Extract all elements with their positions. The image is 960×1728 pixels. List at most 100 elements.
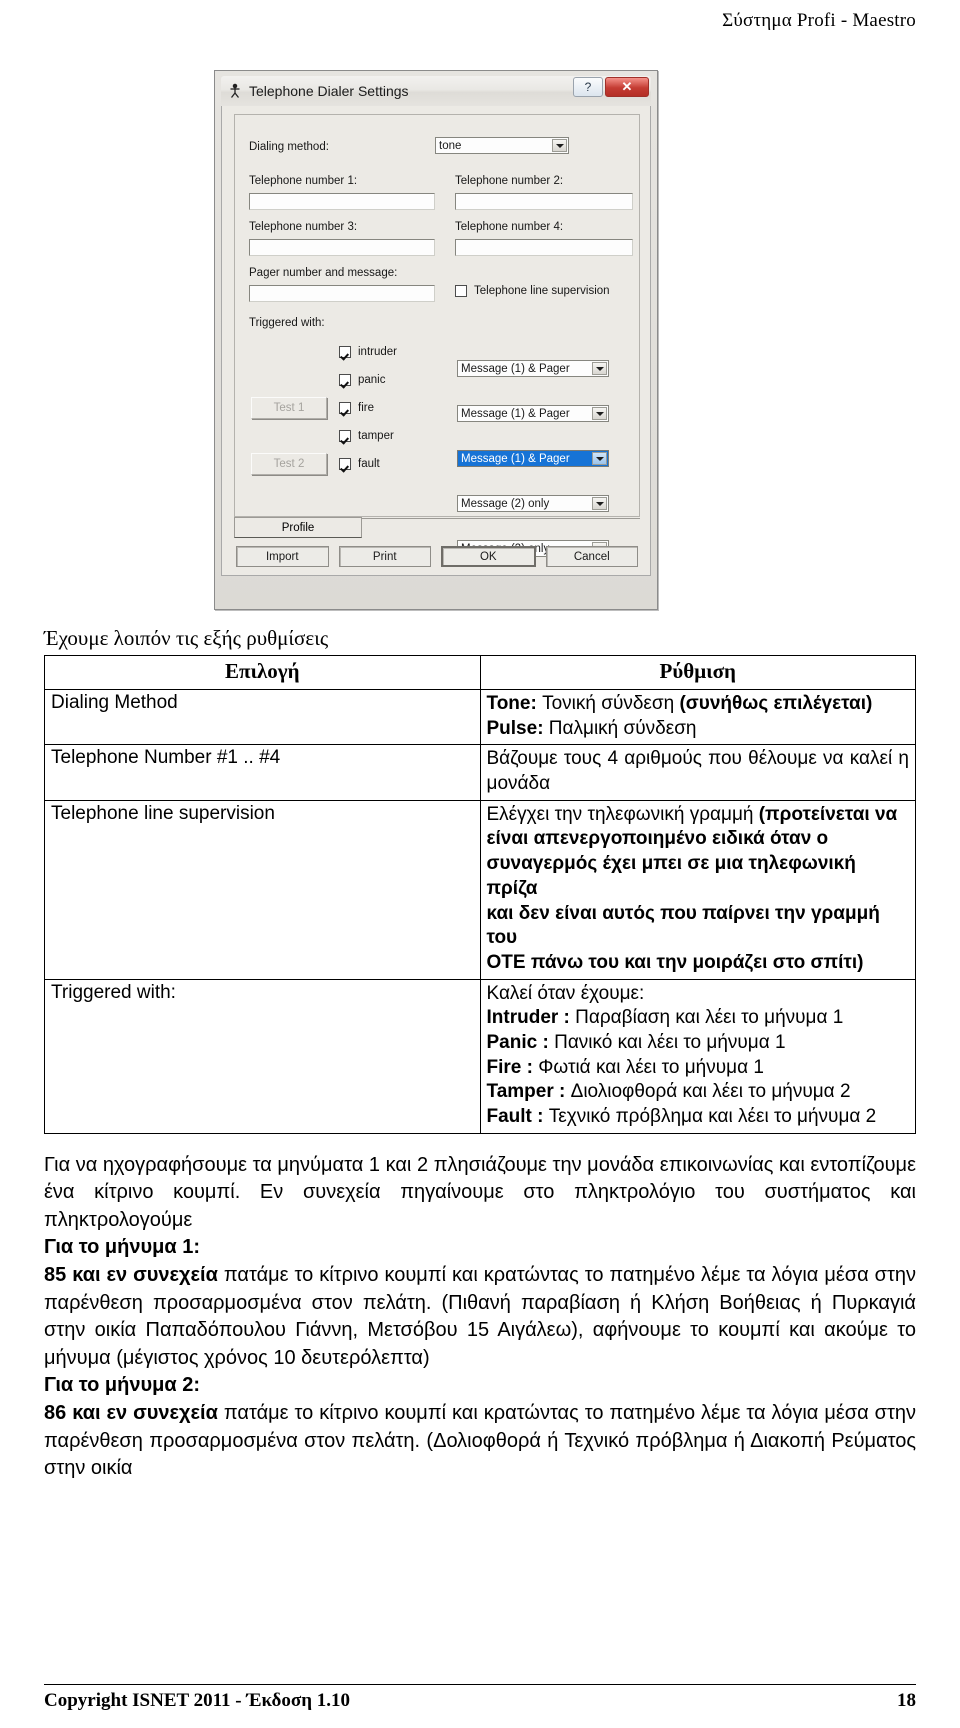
trigger-action-combo-panic[interactable]: Message (1) & Pager xyxy=(457,405,609,422)
heading-message-2: Για το μήνυμα 2: xyxy=(44,1374,201,1397)
row-value-telephone-numbers: Βάζουμε τους 4 αριθμούς που θέλουμε να κ… xyxy=(479,744,916,801)
row-value-line-supervision: Ελέγχει την τηλεφωνική γραμμή (προτείνετ… xyxy=(479,799,916,980)
window-body: Dialing method: tone Telephone number 1:… xyxy=(221,106,651,576)
close-button[interactable]: ✕ xyxy=(605,77,649,97)
test-2-button[interactable]: Test 2 xyxy=(251,453,327,475)
line-supervision-line-5: ΟΤΕ πάνω του και την μοιράζει στο σπίτι) xyxy=(486,951,864,973)
table-header-row: Επιλογή Ρύθμιση xyxy=(44,655,916,690)
triggered-intro: Καλεί όταν έχουμε: xyxy=(486,982,645,1004)
phone-dialer-icon xyxy=(227,83,243,99)
pager-input[interactable] xyxy=(249,285,435,302)
tab-profile[interactable]: Profile xyxy=(234,517,362,538)
checkbox-checked-icon[interactable] xyxy=(339,458,351,470)
window-titlebar[interactable]: Telephone Dialer Settings ? ✕ xyxy=(221,76,651,106)
heading-message-1: Για το μήνυμα 1: xyxy=(44,1236,201,1259)
trigger-action-combo-intruder[interactable]: Message (1) & Pager xyxy=(457,360,609,377)
line-supervision-line-2: είναι απενεργοποιημένο ειδικά όταν ο xyxy=(486,828,829,850)
intro-line: Έχουμε λοιπόν τις εξής ρυθμίσεις xyxy=(44,626,329,650)
trigger-action-value-intruder: Message (1) & Pager xyxy=(461,362,570,375)
tone-note: (συνήθως επιλέγεται) xyxy=(679,693,873,714)
trigger-action-combo-tamper[interactable]: Message (2) only xyxy=(457,495,609,512)
telephone-number-1-input[interactable] xyxy=(249,193,435,210)
trigger-checkbox-panic[interactable]: panic xyxy=(339,374,386,386)
tamper-label: Tamper : xyxy=(486,1081,566,1103)
paragraph-intro: Για να ηχογραφήσουμε τα μηνύματα 1 και 2… xyxy=(44,1153,916,1231)
line-supervision-text-1: Ελέγχει την τηλεφωνική γραμμή xyxy=(486,803,759,825)
trigger-action-value-fire: Message (1) & Pager xyxy=(461,452,570,465)
dialog-screenshot: Telephone Dialer Settings ? ✕ Dialing me… xyxy=(214,70,658,610)
table-row: Telephone Number #1 .. #4 Βάζουμε τους 4… xyxy=(44,744,916,801)
table-row: Triggered with: Καλεί όταν έχουμε: Intru… xyxy=(44,978,916,1134)
fire-text: Φωτιά και λέει το μήνυμα 1 xyxy=(532,1056,764,1078)
settings-table: Επιλογή Ρύθμιση Dialing Method Tone: Τον… xyxy=(44,655,916,1134)
trigger-checkbox-fault[interactable]: fault xyxy=(339,458,380,470)
print-button[interactable]: Print xyxy=(338,546,431,567)
trigger-label-panic: panic xyxy=(358,374,386,386)
telephone-numbers-text: Βάζουμε τους 4 αριθμούς που θέλουμε να κ… xyxy=(486,748,910,795)
table-row: Telephone line supervision Ελέγχει την τ… xyxy=(44,799,916,980)
settings-panel: Dialing method: tone Telephone number 1:… xyxy=(234,114,640,557)
telephone-dialer-settings-window: Telephone Dialer Settings ? ✕ Dialing me… xyxy=(214,70,658,610)
line-supervision-line-1: Ελέγχει την τηλεφωνική γραμμή (προτείνετ… xyxy=(487,803,910,828)
checkbox-checked-icon[interactable] xyxy=(339,374,351,386)
footer-copyright: Copyright ISNET 2011 - Έκδοση 1.10 xyxy=(44,1690,351,1711)
cancel-button[interactable]: Cancel xyxy=(545,546,638,567)
fault-text: Τεχνικό πρόβλημα και λέει το μήνυμα 2 xyxy=(543,1106,877,1127)
dialing-method-combo[interactable]: tone xyxy=(435,137,569,154)
checkbox-checked-icon[interactable] xyxy=(339,402,351,414)
trigger-label-fault: fault xyxy=(358,458,380,470)
line-supervision-bold-1: (προτείνεται να xyxy=(758,803,898,825)
telephone-number-2-label: Telephone number 2: xyxy=(455,175,564,187)
triggered-line-panic: Panic : Πανικό και λέει το μήνυμα 1 xyxy=(487,1031,910,1056)
message-1-code: 85 και εν συνεχεία xyxy=(44,1264,218,1287)
fire-label: Fire : xyxy=(486,1056,533,1078)
telephone-line-supervision-label: Telephone line supervision xyxy=(474,285,610,297)
trigger-label-tamper: tamper xyxy=(358,430,394,442)
table-header-setting: Ρύθμιση xyxy=(479,655,916,690)
triggered-line-fault: Fault : Τεχνικό πρόβλημα και λέει το μήν… xyxy=(487,1105,910,1130)
pulse-label: Pulse: xyxy=(486,717,544,739)
telephone-number-3-input[interactable] xyxy=(249,239,435,256)
trigger-checkbox-intruder[interactable]: intruder xyxy=(339,346,397,358)
intruder-label: Intruder : xyxy=(486,1007,570,1029)
row-value-triggered-with: Καλεί όταν έχουμε: Intruder : Παραβίαση … xyxy=(479,978,916,1134)
telephone-number-4-input[interactable] xyxy=(455,239,633,256)
import-button[interactable]: Import xyxy=(236,546,329,567)
telephone-line-supervision-checkbox[interactable]: Telephone line supervision xyxy=(455,285,610,297)
body-text: Για να ηχογραφήσουμε τα μηνύματα 1 και 2… xyxy=(44,1152,916,1483)
checkbox-checked-icon[interactable] xyxy=(339,346,351,358)
checkbox-icon[interactable] xyxy=(455,285,467,297)
intruder-text: Παραβίαση και λέει το μήνυμα 1 xyxy=(569,1007,844,1029)
fault-label: Fault : xyxy=(486,1106,544,1127)
line-supervision-line-3: συναγερμός έχει μπει σε μια τηλεφωνική π… xyxy=(486,853,856,899)
help-button[interactable]: ? xyxy=(573,77,603,97)
trigger-action-combo-fire[interactable]: Message (1) & Pager xyxy=(457,450,609,467)
row-key-triggered-with: Triggered with: xyxy=(44,978,481,1134)
chevron-down-icon[interactable] xyxy=(592,407,607,420)
pager-label: Pager number and message: xyxy=(249,267,398,279)
checkbox-checked-icon[interactable] xyxy=(339,430,351,442)
message-2-code: 86 και εν συνεχεία xyxy=(44,1402,218,1425)
window-title: Telephone Dialer Settings xyxy=(249,83,409,99)
chevron-down-icon[interactable] xyxy=(592,362,607,375)
row-key-dialing-method: Dialing Method xyxy=(44,688,481,746)
dialing-method-pulse-line: Pulse: Παλμική σύνδεση xyxy=(487,717,910,742)
triggered-with-label: Triggered with: xyxy=(249,317,325,329)
footer-page-number: 18 xyxy=(897,1690,916,1711)
trigger-action-value-tamper: Message (2) only xyxy=(461,497,550,510)
paragraph-message-2: 86 και εν συνεχεία πατάμε το κίτρινο κου… xyxy=(44,1400,916,1483)
telephone-number-2-input[interactable] xyxy=(455,193,633,210)
chevron-down-icon[interactable] xyxy=(552,139,567,152)
ok-button[interactable]: OK xyxy=(441,546,536,567)
test-1-button[interactable]: Test 1 xyxy=(251,397,327,419)
document-header-title: Σύστημα Profi - Maestro xyxy=(722,10,916,31)
trigger-checkbox-fire[interactable]: fire xyxy=(339,402,374,414)
trigger-checkbox-tamper[interactable]: tamper xyxy=(339,430,394,442)
telephone-number-1-label: Telephone number 1: xyxy=(249,175,358,187)
chevron-down-icon[interactable] xyxy=(592,497,607,510)
dialing-method-value: tone xyxy=(439,139,462,152)
dialing-method-label: Dialing method: xyxy=(249,141,329,153)
chevron-down-icon[interactable] xyxy=(592,452,607,465)
panic-label: Panic : xyxy=(486,1031,549,1053)
dialing-method-tone-line: Tone: Τονική σύνδεση (συνήθως επιλέγεται… xyxy=(487,692,910,717)
